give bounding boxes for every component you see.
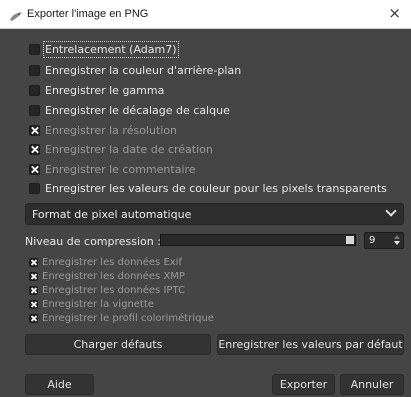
interlacing-label: Entrelacement (Adam7) [43, 41, 179, 58]
save-background-color-label: Enregistrer la couleur d'arrière-plan [45, 64, 242, 77]
window-title: Exporter l'image en PNG [27, 8, 149, 20]
save-exif-label: Enregistrer les données Exif [42, 257, 182, 268]
option-save-gamma[interactable]: Enregistrer le gamma [29, 82, 164, 99]
option-save-color-profile[interactable]: Enregistrer le profil colorimétrique [29, 310, 214, 327]
cancel-button[interactable]: Annuler [340, 374, 404, 395]
save-iptc-label: Enregistrer les données IPTC [42, 285, 185, 296]
window-titlebar: Exporter l'image en PNG × [0, 0, 411, 29]
save-comment-checkbox[interactable] [29, 164, 40, 175]
spin-down-icon[interactable] [394, 241, 400, 245]
save-comment-label: Enregistrer le commentaire [45, 163, 196, 176]
compression-level-spinbox[interactable]: 9 [364, 232, 404, 249]
load-defaults-button[interactable]: Charger défauts [25, 334, 211, 355]
chevron-down-icon [385, 205, 397, 217]
save-layer-offset-checkbox[interactable] [29, 105, 40, 116]
interlacing-checkbox[interactable] [29, 44, 40, 55]
save-iptc-checkbox[interactable] [29, 286, 38, 295]
pixel-format-select[interactable]: Format de pixel automatique [25, 203, 404, 225]
save-gamma-checkbox[interactable] [29, 85, 40, 96]
export-button[interactable]: Exporter [272, 374, 335, 395]
help-button[interactable]: Aide [25, 374, 94, 395]
close-icon[interactable]: × [388, 5, 401, 22]
save-defaults-button[interactable]: Enregistrer les valeurs par défaut [217, 334, 404, 355]
pixel-format-selected: Format de pixel automatique [32, 208, 192, 221]
save-transparent-pixel-colors-checkbox[interactable] [29, 183, 40, 194]
save-transparent-pixel-colors-label: Enregistrer les valeurs de couleur pour … [45, 182, 387, 195]
option-save-comment[interactable]: Enregistrer le commentaire [29, 161, 196, 178]
save-thumbnail-label: Enregistrer la vignette [42, 299, 154, 310]
option-save-layer-offset[interactable]: Enregistrer le décalage de calque [29, 102, 230, 119]
save-creation-date-label: Enregistrer la date de création [45, 143, 213, 156]
save-gamma-label: Enregistrer le gamma [45, 84, 165, 97]
save-resolution-checkbox[interactable] [29, 125, 40, 136]
save-thumbnail-checkbox[interactable] [29, 300, 38, 309]
compression-slider-fill [161, 235, 355, 245]
compression-level-slider[interactable] [160, 234, 356, 246]
save-xmp-label: Enregistrer les données XMP [42, 271, 185, 282]
option-save-background-color[interactable]: Enregistrer la couleur d'arrière-plan [29, 62, 241, 79]
compression-level-value: 9 [369, 235, 376, 246]
gimp-icon [9, 8, 23, 21]
save-xmp-checkbox[interactable] [29, 272, 38, 281]
compression-slider-handle[interactable] [346, 236, 354, 244]
option-save-transparent-pixel-colors[interactable]: Enregistrer les valeurs de couleur pour … [29, 180, 387, 197]
option-save-resolution[interactable]: Enregistrer la résolution [29, 122, 177, 139]
save-layer-offset-label: Enregistrer le décalage de calque [45, 104, 230, 117]
spin-up-icon[interactable] [394, 235, 400, 239]
save-color-profile-label: Enregistrer le profil colorimétrique [42, 313, 214, 324]
option-interlacing[interactable]: Entrelacement (Adam7) [29, 41, 179, 58]
save-creation-date-checkbox[interactable] [29, 144, 40, 155]
compression-level-label: Niveau de compression : [25, 235, 161, 248]
export-png-dialog: Entrelacement (Adam7) Enregistrer la cou… [0, 29, 411, 397]
save-background-color-checkbox[interactable] [29, 65, 40, 76]
save-color-profile-checkbox[interactable] [29, 314, 38, 323]
option-save-creation-date[interactable]: Enregistrer la date de création [29, 141, 213, 158]
save-resolution-label: Enregistrer la résolution [45, 124, 178, 137]
spin-arrows-icon[interactable] [393, 234, 401, 247]
save-exif-checkbox[interactable] [29, 258, 38, 267]
